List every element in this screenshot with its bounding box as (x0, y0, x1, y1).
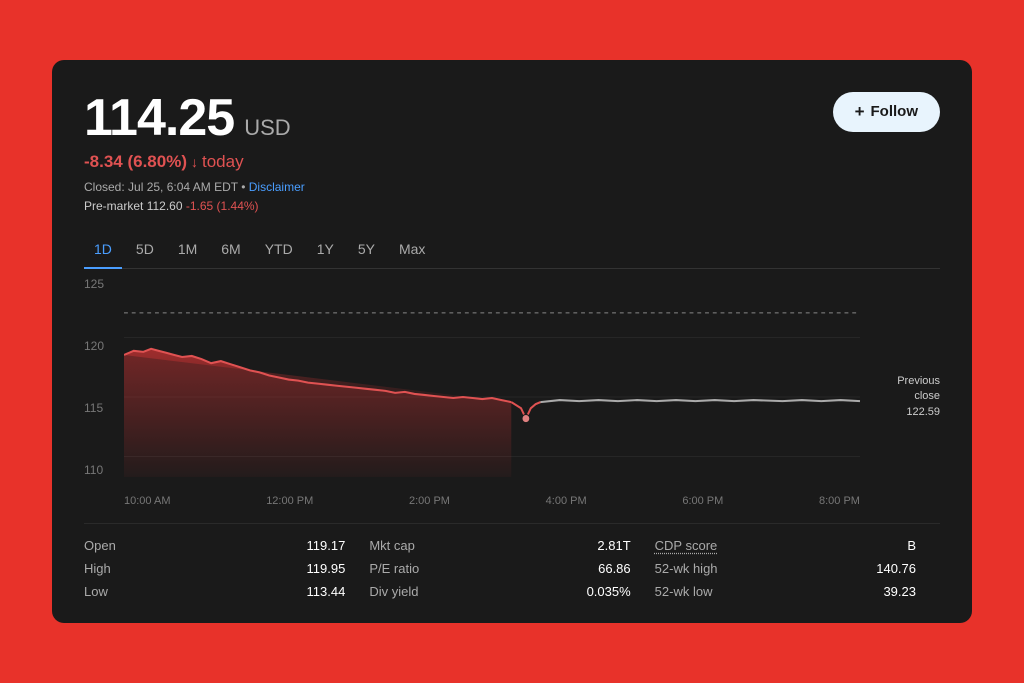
follow-label: Follow (871, 103, 919, 120)
today-label: today (202, 152, 244, 172)
stat-high-label: High (84, 561, 111, 576)
stats-row: Open 119.17 High 119.95 Low 113.44 Mkt c… (84, 523, 940, 599)
tab-ytd[interactable]: YTD (255, 235, 303, 269)
time-tabs: 1D 5D 1M 6M YTD 1Y 5Y Max (84, 234, 940, 269)
disclaimer-link[interactable]: Disclaimer (249, 180, 305, 194)
header: 114.25 USD -8.34 (6.80%) ↓ today Closed:… (84, 88, 940, 216)
x-label-12pm: 12:00 PM (266, 495, 313, 507)
stat-open-label: Open (84, 538, 116, 553)
tab-1d[interactable]: 1D (84, 235, 122, 269)
chart-line-gray (540, 400, 860, 402)
stat-pe: P/E ratio 66.86 (369, 561, 654, 576)
stat-divyield: Div yield 0.035% (369, 584, 654, 599)
y-label-115: 115 (84, 401, 120, 415)
stat-52wk-low-value: 39.23 (883, 584, 916, 599)
tab-max[interactable]: Max (389, 235, 435, 269)
stat-cdp: CDP score B (655, 538, 940, 553)
x-label-2pm: 2:00 PM (409, 495, 450, 507)
stat-cdp-value: B (907, 538, 916, 553)
tab-5d[interactable]: 5D (126, 235, 164, 269)
tab-6m[interactable]: 6M (211, 235, 250, 269)
stats-col-2: Mkt cap 2.81T P/E ratio 66.86 Div yield … (369, 538, 654, 599)
chart-dot (522, 415, 530, 423)
tab-1y[interactable]: 1Y (307, 235, 344, 269)
previous-close-label: Previousclose122.59 (868, 374, 940, 420)
price-change-value: -8.34 (6.80%) (84, 152, 187, 172)
follow-button[interactable]: + Follow (833, 92, 940, 132)
tab-1m[interactable]: 1M (168, 235, 207, 269)
x-label-6pm: 6:00 PM (682, 495, 723, 507)
down-arrow-icon: ↓ (191, 154, 198, 170)
chart-area: 125 120 115 110 (84, 277, 940, 507)
stat-divyield-label: Div yield (369, 584, 418, 599)
price-change: -8.34 (6.80%) ↓ today (84, 152, 305, 172)
stat-low: Low 113.44 (84, 584, 369, 599)
stat-52wk-high: 52-wk high 140.76 (655, 561, 940, 576)
stat-52wk-low: 52-wk low 39.23 (655, 584, 940, 599)
price-block: 114.25 USD -8.34 (6.80%) ↓ today Closed:… (84, 88, 305, 216)
premarket-info: Pre-market 112.60 -1.65 (1.44%) (84, 199, 259, 213)
stat-52wk-low-label: 52-wk low (655, 584, 713, 599)
premarket-change: -1.65 (1.44%) (186, 199, 259, 213)
stat-pe-label: P/E ratio (369, 561, 419, 576)
stat-mktcap-label: Mkt cap (369, 538, 415, 553)
stat-pe-value: 66.86 (598, 561, 631, 576)
stat-high-value: 119.95 (307, 561, 346, 576)
tab-5y[interactable]: 5Y (348, 235, 385, 269)
stat-open: Open 119.17 (84, 538, 369, 553)
stat-mktcap: Mkt cap 2.81T (369, 538, 654, 553)
chart-canvas (124, 277, 860, 477)
chart-svg (124, 277, 860, 477)
price-value: 114.25 (84, 88, 234, 148)
plus-icon: + (855, 102, 865, 122)
stat-mktcap-value: 2.81T (597, 538, 630, 553)
stat-low-label: Low (84, 584, 108, 599)
y-axis-labels: 125 120 115 110 (84, 277, 120, 477)
x-label-10am: 10:00 AM (124, 495, 170, 507)
stat-high: High 119.95 (84, 561, 369, 576)
y-label-120: 120 (84, 339, 120, 353)
y-label-125: 125 (84, 277, 120, 291)
stats-col-3: CDP score B 52-wk high 140.76 52-wk low … (655, 538, 940, 599)
stat-52wk-high-value: 140.76 (876, 561, 916, 576)
stats-col-1: Open 119.17 High 119.95 Low 113.44 (84, 538, 369, 599)
premarket-label: Pre-market (84, 199, 143, 213)
stat-open-value: 119.17 (307, 538, 346, 553)
closed-info: Closed: Jul 25, 6:04 AM EDT • Disclaimer… (84, 178, 305, 216)
price-currency: USD (244, 115, 290, 141)
stat-low-value: 113.44 (307, 584, 346, 599)
stat-52wk-high-label: 52-wk high (655, 561, 718, 576)
price-main: 114.25 USD (84, 88, 305, 148)
x-label-8pm: 8:00 PM (819, 495, 860, 507)
stock-card: 114.25 USD -8.34 (6.80%) ↓ today Closed:… (52, 60, 972, 623)
stat-cdp-label: CDP score (655, 538, 718, 553)
premarket-value: 112.60 (147, 199, 183, 213)
closed-line: Closed: Jul 25, 6:04 AM EDT (84, 180, 238, 194)
chart-area-red (124, 349, 511, 477)
x-label-4pm: 4:00 PM (546, 495, 587, 507)
stat-divyield-value: 0.035% (587, 584, 631, 599)
y-label-110: 110 (84, 463, 120, 477)
x-axis-labels: 10:00 AM 12:00 PM 2:00 PM 4:00 PM 6:00 P… (124, 495, 860, 507)
